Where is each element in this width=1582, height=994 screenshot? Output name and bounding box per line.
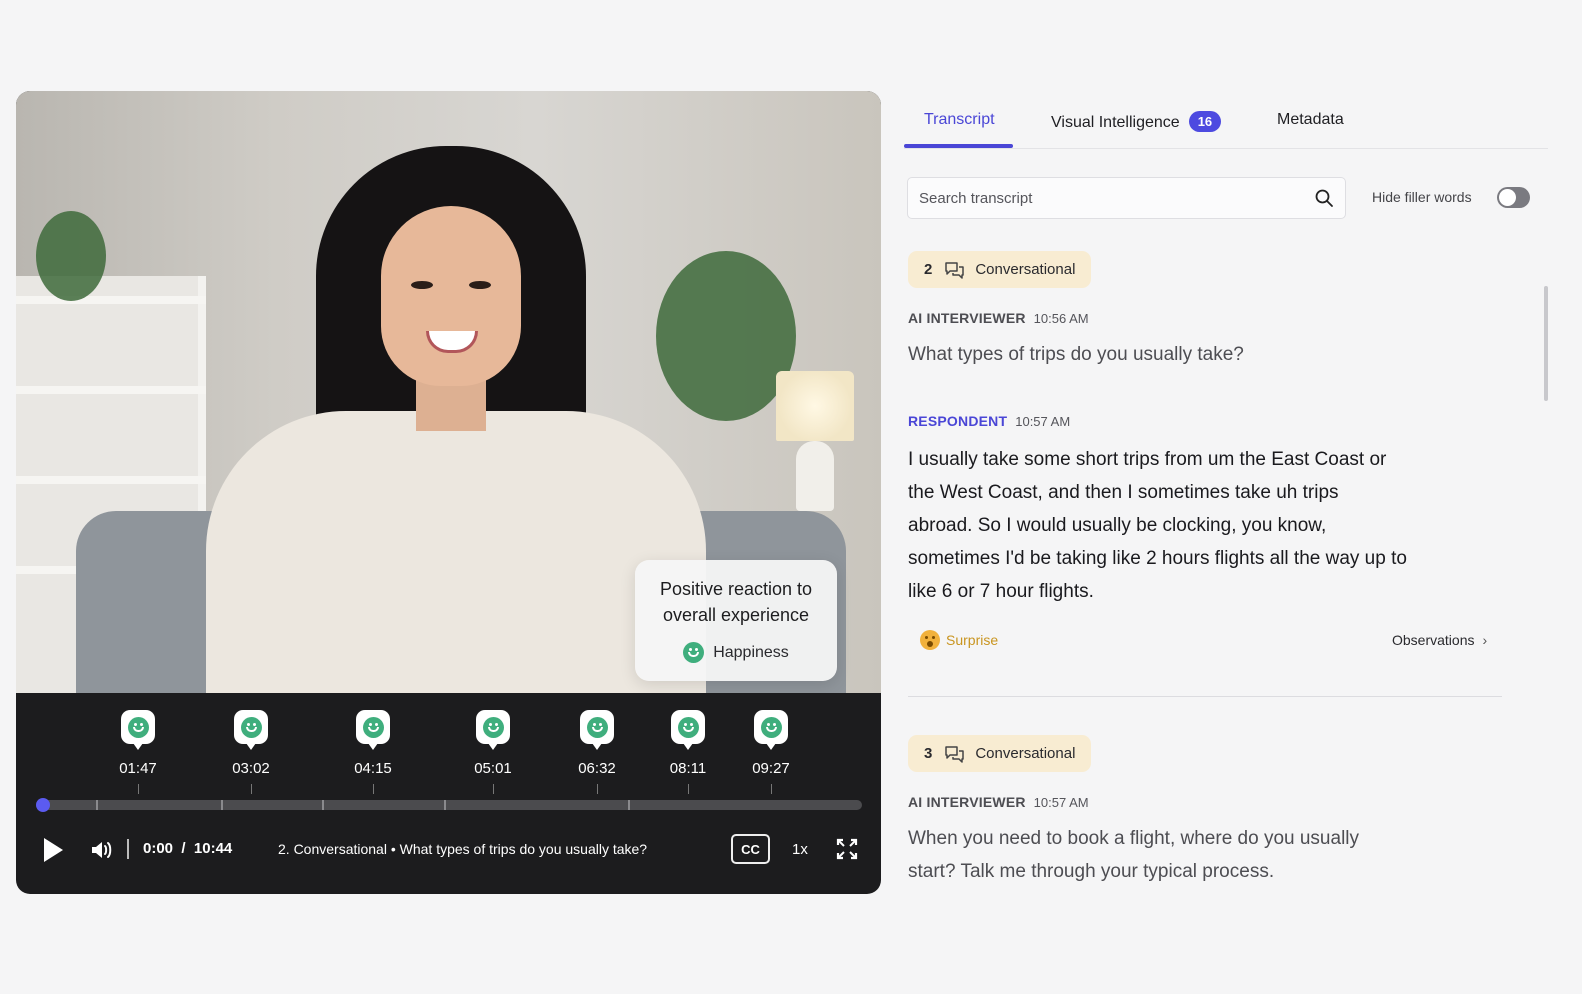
happy-face-icon	[127, 716, 149, 738]
speaker-label: AI INTERVIEWER	[908, 794, 1026, 810]
timeline-marker[interactable]: 01:47	[108, 710, 168, 794]
section-type: Conversational	[975, 745, 1076, 762]
surprised-face-icon	[920, 630, 940, 650]
tab-bar: Transcript Visual Intelligence 16 Metadat…	[904, 100, 1548, 149]
observations-link[interactable]: Observations ›	[1392, 632, 1487, 648]
reaction-title: Positive reaction to overall experience	[659, 579, 813, 625]
search-input[interactable]	[919, 178, 1299, 218]
chevron-right-icon: ›	[1482, 632, 1488, 648]
emotion-markers: 01:47 03:02 04:15 05:01 06:32 08:11 09:2…	[16, 693, 881, 803]
timeline-marker[interactable]: 08:11	[658, 710, 718, 794]
happy-face-icon	[683, 642, 705, 663]
marker-time: 08:11	[669, 760, 707, 777]
duration: 10:44	[193, 840, 233, 857]
speaker-label: RESPONDENT	[908, 413, 1008, 429]
timeline-marker[interactable]: 04:15	[343, 710, 403, 794]
timeline-marker[interactable]: 09:27	[741, 710, 801, 794]
search-icon[interactable]	[1314, 188, 1334, 208]
interviewer-question: When you need to book a flight, where do…	[908, 828, 1360, 882]
interviewer-question: What types of trips do you usually take?	[908, 344, 1244, 365]
respondent-answer: I usually take some short trips from um …	[908, 449, 1407, 602]
scrollbar[interactable]	[1544, 286, 1548, 401]
hide-filler-words-toggle[interactable]	[1497, 187, 1530, 208]
chat-bubbles-icon	[945, 745, 965, 763]
timeline-marker[interactable]: 05:01	[463, 710, 523, 794]
marker-time: 04:15	[354, 760, 392, 777]
person	[206, 411, 706, 693]
message-time: 10:56 AM	[1033, 311, 1089, 326]
timeline-marker[interactable]: 03:02	[221, 710, 281, 794]
emotion-label: Surprise	[946, 632, 999, 648]
time-display: 0:00 / 10:44	[143, 840, 232, 857]
now-playing-title: 2. Conversational • What types of trips …	[278, 841, 648, 857]
happy-face-icon	[362, 716, 384, 738]
speaker-respondent: RESPONDENT 10:57 AM	[908, 413, 1070, 429]
reaction-emotion-label: Happiness	[713, 643, 789, 661]
progress-handle[interactable]	[36, 798, 50, 812]
progress-bar[interactable]	[36, 798, 862, 812]
timeline-marker[interactable]: 06:32	[567, 710, 627, 794]
marker-time: 05:01	[474, 760, 512, 777]
lamp	[776, 371, 854, 441]
player-controls: 0:00 / 10:44 2. Conversational • What ty…	[16, 831, 881, 871]
marker-time: 09:27	[752, 760, 790, 777]
tab-visual-intelligence-label: Visual Intelligence	[1051, 114, 1180, 131]
time-separator: /	[181, 840, 186, 857]
tab-metadata[interactable]: Metadata	[1277, 111, 1344, 129]
current-time: 0:00	[143, 840, 174, 857]
emotion-tag: Surprise	[920, 630, 998, 650]
active-tab-indicator	[904, 144, 1013, 148]
marker-time: 03:02	[232, 760, 270, 777]
captions-button[interactable]: CC	[731, 834, 770, 864]
section-divider	[908, 696, 1502, 697]
tab-visual-intelligence[interactable]: Visual Intelligence 16	[1051, 111, 1222, 132]
observations-label: Observations	[1392, 632, 1475, 648]
happy-face-icon	[677, 716, 699, 738]
happy-face-icon	[586, 716, 608, 738]
section-chip: 3 Conversational	[908, 735, 1092, 772]
video-player: Positive reaction to overall experience …	[16, 91, 881, 894]
volume-icon[interactable]	[90, 839, 114, 861]
message-time: 10:57 AM	[1015, 414, 1071, 429]
chat-bubbles-icon	[945, 261, 965, 279]
happy-face-icon	[482, 716, 504, 738]
video-frame[interactable]: Positive reaction to overall experience …	[16, 91, 881, 693]
speaker-interviewer: AI INTERVIEWER 10:57 AM	[908, 794, 1089, 810]
marker-time: 06:32	[578, 760, 616, 777]
message-time: 10:57 AM	[1033, 795, 1089, 810]
section-number: 2	[924, 261, 933, 278]
speaker-label: AI INTERVIEWER	[908, 310, 1026, 326]
happy-face-icon	[240, 716, 262, 738]
hide-filler-words-label: Hide filler words	[1372, 189, 1472, 205]
tab-transcript[interactable]: Transcript	[924, 111, 995, 129]
reaction-card: Positive reaction to overall experience …	[635, 560, 837, 681]
count-badge: 16	[1188, 111, 1222, 132]
section-chip: 2 Conversational	[908, 251, 1092, 288]
search-box	[907, 177, 1346, 219]
fullscreen-icon[interactable]	[836, 838, 858, 860]
marker-time: 01:47	[119, 760, 157, 777]
section-type: Conversational	[975, 261, 1076, 278]
reaction-emotion: Happiness	[645, 642, 827, 663]
happy-face-icon	[760, 716, 782, 738]
section-number: 3	[924, 745, 933, 762]
play-icon[interactable]	[44, 838, 63, 862]
playback-speed-button[interactable]: 1x	[792, 841, 808, 858]
speaker-interviewer: AI INTERVIEWER 10:56 AM	[908, 310, 1089, 326]
